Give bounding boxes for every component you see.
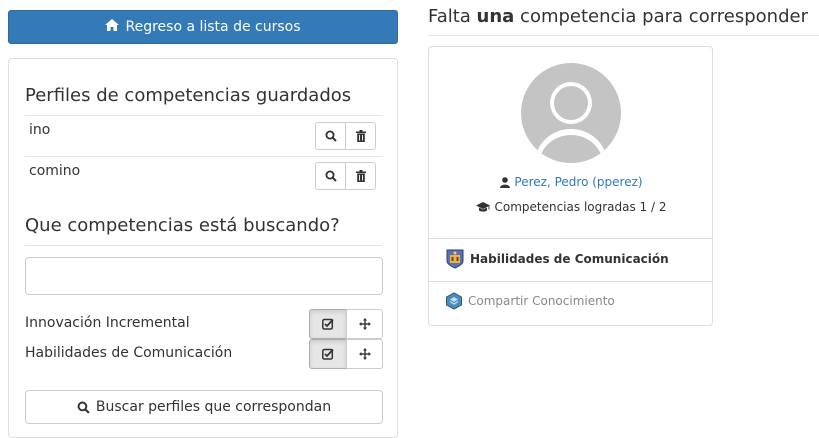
move-arrows-icon — [358, 348, 371, 360]
missing-competency-label: Habilidades de Comunicación — [470, 252, 669, 266]
competency-row: Innovación Incremental — [25, 309, 383, 339]
search-profiles-button[interactable]: Buscar perfiles que correspondan — [25, 390, 383, 424]
graduation-cap-icon — [476, 201, 491, 212]
competency-name: Habilidades de Comunicación — [25, 345, 233, 361]
search-icon — [325, 170, 337, 182]
competency-actions — [309, 339, 383, 369]
achieved-competency-label: Compartir Conocimiento — [468, 294, 615, 308]
divider — [428, 35, 819, 36]
result-title-emphasis: una — [476, 6, 515, 27]
trash-icon — [355, 170, 366, 182]
profile-actions — [315, 162, 376, 190]
divider — [429, 238, 712, 239]
saved-profile-row: comino — [25, 157, 382, 197]
profile-match-card: Perez, Pedro (pperez) Competencias logra… — [428, 46, 713, 326]
move-competency-button[interactable] — [346, 309, 383, 339]
user-link-label: Perez, Pedro (pperez) — [514, 175, 643, 189]
profile-actions — [315, 122, 376, 150]
competency-row: Habilidades de Comunicación — [25, 339, 383, 369]
result-title: Falta una competencia para corresponder — [428, 6, 808, 27]
check-square-icon — [322, 318, 334, 330]
divider — [429, 281, 712, 282]
select-competency-toggle[interactable] — [309, 339, 347, 369]
saved-profile-row: ino — [25, 116, 382, 156]
badge-icon — [446, 249, 464, 269]
achieved-competencies: Competencias logradas 1 / 2 — [429, 200, 712, 214]
move-competency-button[interactable] — [346, 339, 383, 369]
competency-actions — [309, 309, 383, 339]
move-arrows-icon — [358, 318, 371, 330]
back-to-courses-button[interactable]: Regreso a lista de cursos — [8, 10, 398, 44]
search-icon — [77, 401, 90, 414]
competency-search-input[interactable] — [25, 257, 383, 295]
search-profiles-label: Buscar perfiles que correspondan — [95, 399, 332, 415]
divider — [25, 245, 382, 246]
missing-competency-item: Habilidades de Comunicación — [445, 249, 669, 269]
delete-profile-button[interactable] — [345, 162, 376, 190]
saved-profiles-title: Perfiles de competencias guardados — [25, 85, 352, 106]
select-competency-toggle[interactable] — [309, 309, 347, 339]
back-button-label: Regreso a lista de cursos — [125, 19, 301, 35]
saved-profile-name: ino — [29, 122, 51, 138]
saved-profile-name: comino — [29, 163, 81, 179]
achieved-competency-item: Compartir Conocimiento — [445, 292, 615, 310]
search-competencies-title: Que competencias está buscando? — [25, 215, 340, 236]
user-icon — [500, 176, 511, 188]
result-title-prefix: Falta — [428, 6, 477, 27]
avatar — [521, 63, 621, 163]
achieved-competencies-label: Competencias logradas 1 / 2 — [494, 200, 667, 214]
view-profile-button[interactable] — [315, 162, 346, 190]
check-square-icon — [322, 348, 334, 360]
view-profile-button[interactable] — [315, 122, 346, 150]
delete-profile-button[interactable] — [345, 122, 376, 150]
user-link[interactable]: Perez, Pedro (pperez) — [429, 175, 712, 189]
result-title-suffix: competencia para corresponder — [514, 6, 808, 27]
home-icon — [105, 19, 120, 35]
trash-icon — [355, 130, 366, 142]
competency-search-panel: Perfiles de competencias guardados ino c… — [8, 58, 398, 438]
knowledge-badge-icon — [446, 292, 462, 310]
competency-name: Innovación Incremental — [25, 315, 190, 331]
search-icon — [325, 130, 337, 142]
